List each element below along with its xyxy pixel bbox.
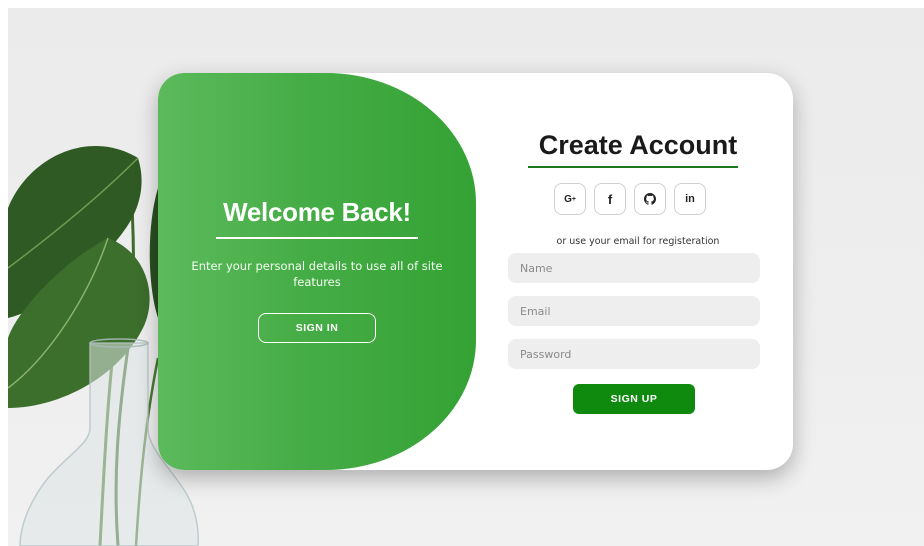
facebook-icon: f <box>607 191 613 207</box>
linkedin-icon: in <box>685 193 695 205</box>
sign-in-button[interactable]: SIGN IN <box>258 313 376 343</box>
email-input[interactable] <box>508 296 760 326</box>
facebook-button[interactable]: f <box>594 183 626 215</box>
signup-card: Welcome Back! Enter your personal detail… <box>158 73 793 470</box>
welcome-panel: Welcome Back! Enter your personal detail… <box>158 73 476 470</box>
create-account-form: Create Account G+ f in or use your email… <box>508 73 768 470</box>
social-buttons: G+ f in <box>554 183 706 215</box>
welcome-description: Enter your personal details to use all o… <box>191 259 443 289</box>
name-input[interactable] <box>508 253 760 283</box>
github-button[interactable] <box>634 183 666 215</box>
password-input[interactable] <box>508 339 760 369</box>
welcome-underline <box>216 237 418 239</box>
linkedin-button[interactable]: in <box>674 183 706 215</box>
google-plus-icon: G+ <box>564 193 576 205</box>
sign-up-button[interactable]: SIGN UP <box>573 384 695 414</box>
google-plus-button[interactable]: G+ <box>554 183 586 215</box>
create-account-title: Create Account <box>538 130 738 160</box>
welcome-title: Welcome Back! <box>223 197 411 227</box>
github-icon <box>644 193 656 205</box>
create-account-underline <box>528 166 738 168</box>
email-registration-hint: or use your email for registeration <box>556 236 720 247</box>
page-background: Welcome Back! Enter your personal detail… <box>8 8 924 546</box>
